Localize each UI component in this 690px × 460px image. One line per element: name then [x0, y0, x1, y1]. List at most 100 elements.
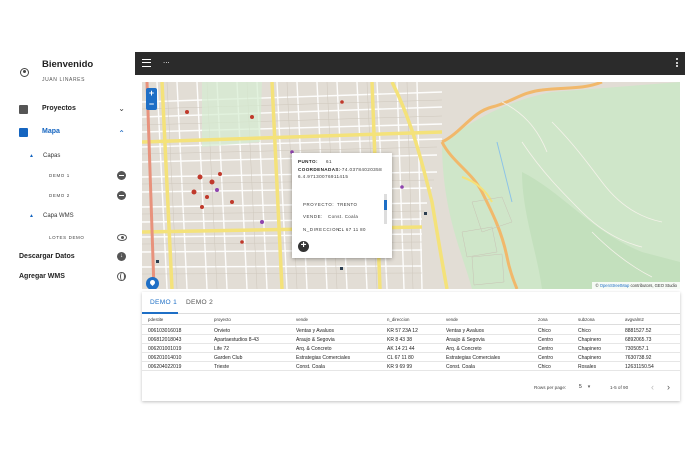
layer-label: LOTES DEMO — [49, 235, 85, 240]
zoom-control: + − — [146, 88, 157, 110]
sidebar-item-proyectos[interactable]: Proyectos ⌄ — [0, 102, 135, 118]
download-icon[interactable]: ↓ — [117, 252, 126, 261]
remove-layer-icon[interactable] — [117, 191, 126, 200]
globe-icon[interactable] — [117, 272, 126, 281]
capa-wms-group[interactable]: ▲ Capa WMS — [0, 210, 135, 224]
sidebar-item-label: Proyectos — [42, 105, 76, 112]
table-tabs: DEMO 1 DEMO 2 — [142, 292, 680, 314]
cell: Apartaestudios 8-43 — [214, 337, 259, 343]
cell: AK 14 21 44 — [387, 346, 415, 352]
chevron-down-icon: ⌄ — [118, 104, 125, 113]
capas-group[interactable]: ▲ Capas — [0, 150, 135, 164]
osm-link[interactable]: OpenStreetMap — [600, 283, 630, 288]
column-header[interactable]: zona — [538, 317, 548, 322]
popup-vende-value: Const. Coala — [328, 214, 359, 219]
column-header[interactable]: pdestite — [148, 317, 163, 322]
chevron-right-icon[interactable]: › — [667, 382, 670, 392]
rows-per-page-label: Rows per page: — [534, 385, 567, 390]
column-header[interactable]: vende — [296, 317, 308, 322]
popup-coord-label: COORDENADAS: — [298, 167, 341, 172]
tab-demo-1[interactable]: DEMO 1 — [150, 299, 177, 306]
descargar-datos-label: Descargar Datos — [19, 253, 75, 260]
layer-label: DEMO 1 — [49, 173, 70, 178]
agregar-wms-item[interactable]: Agregar WMS — [0, 270, 135, 284]
popup-vende-label: VENDE: — [303, 214, 323, 219]
wms-layer-lotes-demo[interactable]: LOTES DEMO — [0, 231, 135, 245]
rows-per-page-select[interactable]: 5 — [579, 384, 590, 390]
cell: 12631150.54 — [625, 364, 654, 370]
cell: Araujo & Segovia — [296, 337, 335, 343]
cell: KR 57 23A 12 — [387, 328, 418, 334]
cell: Chapinero — [578, 355, 602, 361]
table-row[interactable]: 006201001019 Life 72 Arq. & Concreto AK … — [142, 344, 680, 353]
cell: KR 8 43 38 — [387, 337, 413, 343]
zoom-out-button[interactable]: − — [146, 99, 157, 110]
cell: 7630738.92 — [625, 355, 652, 361]
cell: 6892065.73 — [625, 337, 652, 343]
cell: KR 9 69 99 — [387, 364, 413, 370]
cell: Chico — [538, 328, 551, 334]
cell: 006201001019 — [148, 346, 182, 352]
cell: Orvieto — [214, 328, 231, 334]
sidebar: Bienvenido JUAN LINARES Proyectos ⌄ Mapa… — [0, 0, 135, 460]
cell: Life 72 — [214, 346, 230, 352]
column-header[interactable]: vende — [446, 317, 458, 322]
cell: 006201014010 — [148, 355, 182, 361]
expand-triangle-icon: ▲ — [29, 213, 34, 219]
map-icon — [19, 128, 28, 137]
layer-demo-2[interactable]: DEMO 2 — [0, 189, 135, 203]
sidebar-item-mapa[interactable]: Mapa ⌃ — [0, 125, 135, 141]
layer-demo-1[interactable]: DEMO 1 — [0, 169, 135, 183]
attribution-text: contributors, GEO Studio — [629, 283, 677, 288]
popup-punto-label: PUNTO: — [298, 159, 318, 164]
cell: 006103016018 — [148, 328, 182, 334]
cell: Centro — [538, 355, 554, 361]
popup-proyecto-label: PROYECTO: — [303, 202, 335, 207]
chevron-left-icon[interactable]: ‹ — [651, 382, 654, 392]
popup-direccion-value: CL 67 11 80 — [338, 227, 366, 232]
map-attribution: © OpenStreetMap contributors, GEO Studio — [592, 282, 680, 289]
table-header: pdestite proyecto vende n_direccion vend… — [142, 314, 680, 325]
popup-direccion-label: N_DIRECCION: — [303, 227, 342, 232]
data-table-card: DEMO 1 DEMO 2 pdestite proyecto vende n_… — [142, 292, 680, 401]
map-view[interactable]: + − PUNTO: 61 COORDENADAS: -74.037840203… — [142, 82, 680, 289]
remove-layer-icon[interactable] — [117, 171, 126, 180]
cell: Const. Coala — [446, 364, 475, 370]
tab-demo-2[interactable]: DEMO 2 — [186, 299, 213, 306]
column-header[interactable]: n_direccion — [387, 317, 409, 322]
table-row[interactable]: 006204022019 Trieste Const. Coala KR 9 6… — [142, 362, 680, 371]
attribution-prefix: © — [595, 283, 599, 288]
map-tiles — [142, 82, 680, 289]
more-vert-icon[interactable] — [676, 58, 678, 68]
popup-coord-value-2: 6.4.97130076911415 — [298, 174, 349, 179]
expand-triangle-icon: ▲ — [29, 153, 34, 159]
add-circle-icon[interactable]: + — [298, 241, 309, 252]
app-title: ... — [163, 56, 170, 65]
app-bar: ... — [135, 52, 685, 75]
visibility-icon[interactable] — [117, 234, 127, 241]
table-row[interactable]: 006201014010 Garden Club Estrategias Com… — [142, 353, 680, 362]
table-row[interactable]: 006812018043 Apartaestudios 8-43 Araujo … — [142, 335, 680, 344]
cell: Estrategias Comerciales — [296, 355, 351, 361]
capa-wms-label: Capa WMS — [43, 213, 74, 219]
table-row[interactable]: 006103016018 Orvieto Ventas y Avaluos KR… — [142, 326, 680, 335]
cell: Chico — [578, 328, 591, 334]
column-header[interactable]: subzona — [578, 317, 595, 322]
cell: Estrategias Comerciales — [446, 355, 501, 361]
popup-punto-value: 61 — [326, 159, 332, 164]
account-icon — [20, 68, 29, 77]
location-pin-icon[interactable] — [146, 277, 159, 289]
zoom-in-button[interactable]: + — [146, 88, 157, 99]
cell: Ventas y Avaluos — [296, 328, 334, 334]
capas-label: Capas — [43, 153, 61, 159]
popup-scrollbar[interactable] — [384, 194, 387, 224]
descargar-datos-item[interactable]: Descargar Datos ↓ — [0, 250, 135, 264]
cell: 7305057.1 — [625, 346, 649, 352]
cell: CL 67 11 80 — [387, 355, 414, 361]
hamburger-menu-icon[interactable] — [142, 59, 151, 67]
cell: Araujo & Segovia — [446, 337, 485, 343]
column-header[interactable]: proyecto — [214, 317, 231, 322]
cell: Ventas y Avaluos — [446, 328, 484, 334]
column-header[interactable]: avgvalm2 — [625, 317, 644, 322]
cell: Chico — [538, 364, 551, 370]
